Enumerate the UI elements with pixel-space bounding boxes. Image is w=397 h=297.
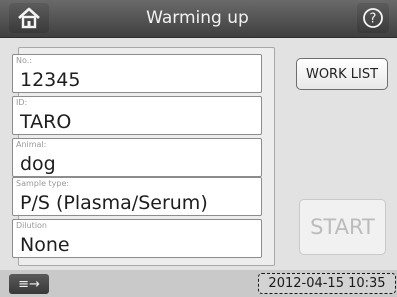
id-label: ID:: [16, 98, 28, 107]
dilution-value: None: [20, 234, 70, 256]
animal-field[interactable]: Animal: dog: [12, 138, 262, 177]
svg-text:?: ?: [370, 12, 377, 27]
id-value: TARO: [20, 111, 72, 133]
footer-bar: ≡→ 2012-04-15 10:35: [0, 270, 397, 297]
sample-type-value: P/S (Plasma/Serum): [20, 192, 208, 214]
screen: Warming up ? No.: 12345 ID: TARO Animal:…: [0, 0, 397, 297]
menu-arrow-icon: ≡→: [18, 276, 40, 292]
home-icon: [18, 7, 40, 29]
start-button[interactable]: START: [299, 199, 386, 255]
sample-number-label: No.:: [16, 56, 32, 65]
sample-number-field[interactable]: No.: 12345: [12, 54, 262, 93]
animal-label: Animal:: [16, 140, 47, 149]
sample-type-label: Sample type:: [16, 179, 70, 188]
datetime-display[interactable]: 2012-04-15 10:35: [258, 273, 396, 294]
help-button[interactable]: ?: [357, 3, 389, 33]
help-icon: ?: [363, 8, 383, 28]
id-field[interactable]: ID: TARO: [12, 96, 262, 135]
work-list-button[interactable]: WORK LIST: [296, 58, 388, 90]
sample-number-value: 12345: [20, 69, 81, 91]
menu-button[interactable]: ≡→: [9, 274, 49, 294]
page-title: Warming up: [146, 8, 249, 28]
home-button[interactable]: [9, 3, 49, 33]
animal-value: dog: [20, 153, 56, 175]
header-bar: Warming up ?: [0, 0, 397, 38]
sample-type-field[interactable]: Sample type: P/S (Plasma/Serum): [12, 177, 262, 216]
dilution-label: Dilution: [16, 221, 47, 230]
dilution-field[interactable]: Dilution None: [12, 219, 262, 258]
